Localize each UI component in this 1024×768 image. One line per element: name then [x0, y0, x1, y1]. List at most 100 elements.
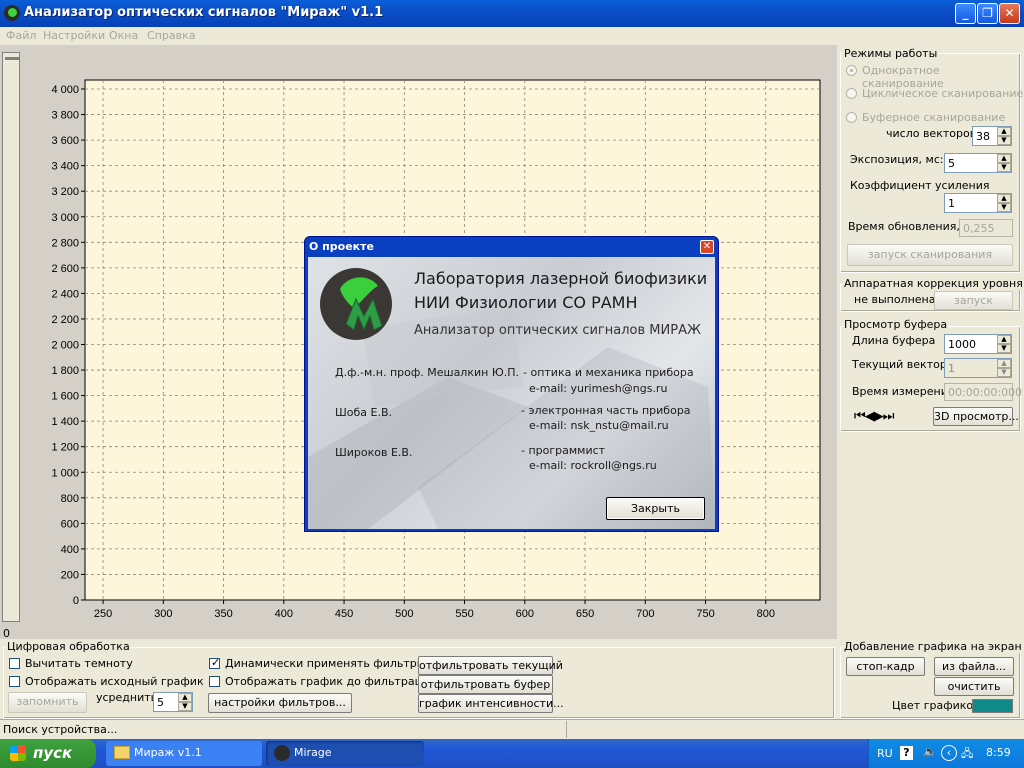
- x-tick-label: 600: [516, 608, 534, 620]
- last-icon[interactable]: ⏭: [883, 409, 895, 424]
- minimize-button[interactable]: _: [955, 3, 976, 24]
- from-file-button[interactable]: из файла...: [934, 657, 1014, 676]
- y-tick-label: 2 200: [51, 314, 79, 326]
- network-icon[interactable]: 🖧: [961, 745, 973, 764]
- x-tick-label: 350: [214, 608, 232, 620]
- x-tick-label: 650: [576, 608, 594, 620]
- app-logo-icon: [274, 745, 290, 761]
- radio-single-scan[interactable]: [846, 65, 857, 76]
- radio-cyclic-scan[interactable]: [846, 88, 857, 99]
- radio-buffer-scan[interactable]: [846, 112, 857, 123]
- subtract-dark-checkbox[interactable]: [9, 658, 20, 669]
- freeze-frame-button[interactable]: стоп-кадр: [846, 657, 925, 676]
- y-tick-label: 200: [61, 569, 79, 581]
- vectors-spinner[interactable]: 38 ▲ ▼: [972, 126, 1012, 146]
- show-source-label: Отображать исходный график: [25, 675, 204, 688]
- menu-windows[interactable]: Окна: [109, 29, 138, 42]
- y-tick-label: 3 600: [51, 135, 79, 147]
- dialog-heading-2: НИИ Физиологии СО РАМН: [414, 293, 638, 312]
- filter-buffer-button[interactable]: отфильтровать буфер: [418, 675, 553, 694]
- x-tick-label: 700: [636, 608, 654, 620]
- y-tick-label: 2 600: [51, 263, 79, 275]
- show-before-filter-checkbox[interactable]: [209, 676, 220, 687]
- y-tick-label: 2 400: [51, 288, 79, 300]
- menu-file[interactable]: Файл: [6, 29, 36, 42]
- radio-cyclic-scan-label: Циклическое сканирование: [862, 87, 1024, 100]
- close-button[interactable]: ✕: [999, 3, 1020, 24]
- dialog-body: Лаборатория лазерной биофизики НИИ Физио…: [308, 257, 715, 529]
- x-tick-label: 300: [154, 608, 172, 620]
- start-button[interactable]: пуск: [0, 739, 96, 768]
- average-spinner[interactable]: 5 ▲ ▼: [153, 692, 193, 712]
- prev-icon[interactable]: ◀: [865, 409, 875, 424]
- hardware-status: не выполнена: [854, 293, 936, 306]
- clear-graphs-button[interactable]: очистить: [934, 677, 1014, 696]
- title-bar[interactable]: Анализатор оптических сигналов "Мираж" v…: [0, 0, 1024, 27]
- buffer-title: Просмотр буфера: [843, 318, 949, 331]
- windows-logo-icon: [10, 745, 26, 761]
- dialog-close-text-button[interactable]: Закрыть: [606, 497, 705, 520]
- nav-buttons: ⏮◀▶⏭: [854, 409, 895, 424]
- speaker-icon[interactable]: 🔈: [923, 745, 937, 758]
- add-graph-title: Добавление графика на экран: [843, 640, 1023, 653]
- x-tick-label: 500: [395, 608, 413, 620]
- y-tick-label: 1 600: [51, 391, 79, 403]
- graph-color-swatch[interactable]: [972, 699, 1013, 713]
- dialog-heading-1: Лаборатория лазерной биофизики: [414, 269, 708, 288]
- folder-icon: [114, 746, 130, 759]
- status-divider: [566, 721, 567, 738]
- y-tick-label: 600: [61, 518, 79, 530]
- close-icon: ✕: [1004, 6, 1015, 20]
- x-tick-label: 550: [455, 608, 473, 620]
- dynamic-filters-checkbox[interactable]: [209, 656, 220, 669]
- intensity-graph-button[interactable]: график интенсивности...: [418, 694, 564, 713]
- close-icon: ✕: [702, 241, 712, 252]
- filter-current-button[interactable]: отфильтровать текущий: [418, 656, 563, 675]
- status-bar: Поиск устройства...: [0, 719, 1024, 739]
- filter-settings-button[interactable]: настройки фильтров...: [208, 693, 352, 713]
- measure-time-field: 00:00:00:000: [944, 383, 1022, 401]
- buffer-length-spinner[interactable]: 1000 ▲ ▼: [944, 334, 1012, 354]
- first-icon[interactable]: ⏮: [854, 409, 866, 424]
- show-source-checkbox[interactable]: [9, 676, 20, 687]
- menu-settings[interactable]: Настройки: [43, 29, 105, 42]
- about-dialog: О проекте ✕ Лаборатория лазерной биофизи…: [304, 236, 719, 532]
- language-indicator[interactable]: RU: [877, 747, 893, 760]
- gain-spinner[interactable]: 1 ▲ ▼: [944, 193, 1012, 213]
- buffer-length-label: Длина буфера: [852, 334, 936, 347]
- y-tick-label: 0: [73, 595, 79, 607]
- y-tick-label: 400: [61, 544, 79, 556]
- view-3d-button[interactable]: 3D просмотр...: [933, 407, 1019, 426]
- minimize-icon: _: [962, 6, 969, 20]
- x-tick-label: 750: [696, 608, 714, 620]
- y-tick-label: 3 200: [51, 186, 79, 198]
- start-scan-button[interactable]: запуск сканирования: [847, 244, 1013, 266]
- remember-button[interactable]: запомнить: [8, 692, 87, 713]
- exposure-spinner[interactable]: 5 ▲ ▼: [944, 153, 1012, 173]
- restore-button[interactable]: ❐: [977, 3, 998, 24]
- clock: 8:59: [986, 746, 1011, 759]
- menu-help[interactable]: Справка: [147, 29, 195, 42]
- taskbar-item-mirazh[interactable]: Мираж v1.1: [106, 741, 262, 766]
- lab-logo: [318, 264, 400, 348]
- dialog-close-button[interactable]: ✕: [700, 240, 714, 254]
- refresh-label: Время обновления, с: [848, 220, 970, 233]
- person-email: e-mail: rockroll@ngs.ru: [529, 459, 657, 472]
- gain-label: Коэффициент усиления: [850, 179, 990, 192]
- y-tick-label: 1 400: [51, 416, 79, 428]
- chevron-left-icon[interactable]: ‹: [941, 745, 957, 761]
- help-icon[interactable]: ?: [900, 746, 913, 760]
- current-vector-spinner[interactable]: 1 ▲ ▼: [944, 358, 1012, 378]
- person-email: e-mail: nsk_nstu@mail.ru: [529, 419, 669, 432]
- person-role: - оптика и механика прибора: [523, 366, 694, 379]
- restore-icon: ❐: [982, 6, 993, 20]
- status-text: Поиск устройства...: [3, 723, 118, 736]
- hardware-start-button[interactable]: запуск: [934, 291, 1013, 310]
- radio-buffer-scan-label: Буферное сканирование: [862, 111, 1006, 124]
- bottom-panel: Цифровая обработка Вычитать темноту Отоб…: [0, 639, 1024, 719]
- taskbar-item-mirage[interactable]: Mirage: [266, 741, 424, 766]
- y-tick-label: 2 000: [51, 340, 79, 352]
- dialog-subheading: Анализатор оптических сигналов МИРАЖ: [414, 323, 701, 338]
- next-icon[interactable]: ▶: [874, 409, 884, 424]
- person-email: e-mail: yurimesh@ngs.ru: [529, 382, 668, 395]
